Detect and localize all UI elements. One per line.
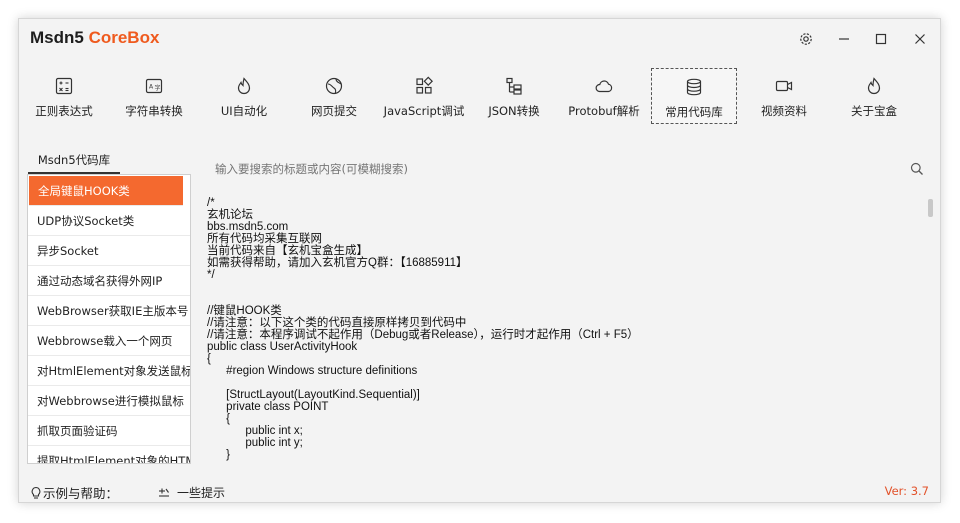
- code-viewer[interactable]: /* 玄机论坛 bbs.msdn5.com 所有代码均采集互联网 当前代码来自【…: [207, 197, 925, 465]
- settings-button[interactable]: [794, 27, 818, 51]
- tool-label: 常用代码库: [665, 105, 723, 119]
- tips-label: 一些提示: [177, 486, 226, 500]
- app-title-main: Msdn5: [30, 28, 84, 47]
- flame-icon: [237, 77, 251, 95]
- code-list[interactable]: 全局键鼠HOOK类 UDP协议Socket类 异步Socket 通过动态域名获得…: [27, 174, 191, 464]
- tool-video-resources[interactable]: 视频资料: [741, 68, 827, 124]
- tool-label: JSON转换: [488, 104, 540, 118]
- tool-label: JavaScript调试: [383, 104, 465, 118]
- search-input[interactable]: [207, 157, 925, 181]
- title-bar: Msdn5 CoreBox: [19, 19, 940, 59]
- tool-label: 字符串转换: [125, 104, 183, 118]
- flame-icon: [867, 77, 881, 95]
- svg-text:A: A: [149, 84, 154, 91]
- help-link[interactable]: 示例与帮助：: [29, 483, 118, 502]
- database-icon: [686, 78, 702, 96]
- list-item[interactable]: 提取HtmlElement对象的HTML: [28, 446, 190, 463]
- tool-label: Protobuf解析: [568, 104, 640, 118]
- gear-icon: [800, 33, 812, 45]
- minimize-button[interactable]: [832, 27, 856, 51]
- main-toolbar: 正则表达式 A字 字符串转换 UI自动化 网页提交 JavaScript调试 J…: [19, 67, 940, 125]
- video-camera-icon: [775, 80, 793, 92]
- javascript-grid-icon: [416, 76, 433, 94]
- tool-label: 关于宝盒: [851, 104, 897, 118]
- maximize-button[interactable]: [869, 27, 893, 51]
- code-text[interactable]: /* 玄机论坛 bbs.msdn5.com 所有代码均采集互联网 当前代码来自【…: [207, 197, 925, 461]
- tool-protobuf-parse[interactable]: Protobuf解析: [561, 68, 647, 124]
- maximize-icon: [875, 33, 887, 45]
- string-convert-icon: A字: [145, 78, 163, 94]
- search-bar: [207, 157, 925, 181]
- tool-label: UI自动化: [220, 104, 268, 118]
- json-tree-icon: [506, 77, 522, 95]
- regex-calculator-icon: [55, 77, 73, 95]
- status-bar: 示例与帮助： 一些提示 Ver: 3.7: [19, 479, 940, 502]
- search-icon[interactable]: [909, 161, 925, 177]
- tool-label: 正则表达式: [35, 104, 93, 118]
- list-item[interactable]: WebBrowser获取IE主版本号: [28, 296, 190, 326]
- tips-link[interactable]: 一些提示: [157, 484, 225, 501]
- tool-label: 网页提交: [311, 104, 357, 118]
- code-scrollbar[interactable]: [928, 199, 933, 217]
- list-item[interactable]: 通过动态域名获得外网IP: [28, 266, 190, 296]
- list-item[interactable]: Webbrowse载入一个网页: [28, 326, 190, 356]
- minimize-icon: [839, 38, 849, 40]
- cloud-icon: [595, 80, 613, 93]
- tips-icon: [159, 488, 169, 497]
- tool-regex[interactable]: 正则表达式: [21, 68, 107, 124]
- help-label: 示例与帮助：: [43, 486, 119, 501]
- list-item[interactable]: 对Webbrowse进行模拟鼠标: [28, 386, 190, 416]
- tool-about[interactable]: 关于宝盒: [831, 68, 917, 124]
- list-item[interactable]: 对HtmlElement对象发送鼠标: [28, 356, 190, 386]
- tool-code-library[interactable]: 常用代码库: [651, 68, 737, 124]
- list-item[interactable]: 全局键鼠HOOK类: [29, 176, 183, 206]
- app-window: Msdn5 CoreBox 正则表达式 A字 字符串转换 UI自动化 网页提交 …: [18, 18, 941, 503]
- close-button[interactable]: [908, 27, 932, 51]
- web-globe-icon: [325, 77, 343, 95]
- list-item[interactable]: UDP协议Socket类: [28, 206, 190, 236]
- tool-web-submit[interactable]: 网页提交: [291, 68, 377, 124]
- app-title-accent: CoreBox: [88, 28, 160, 47]
- tool-string-convert[interactable]: A字 字符串转换: [111, 68, 197, 124]
- version-label: Ver: 3.7: [884, 484, 929, 498]
- tool-json-convert[interactable]: JSON转换: [471, 68, 557, 124]
- tool-javascript-debug[interactable]: JavaScript调试: [381, 68, 467, 124]
- tool-label: 视频资料: [761, 104, 807, 118]
- list-item[interactable]: 抓取页面验证码: [28, 416, 190, 446]
- svg-text:字: 字: [155, 84, 161, 92]
- app-title: Msdn5 CoreBox: [30, 28, 159, 48]
- close-icon: [915, 34, 925, 44]
- tab-msdn5-code-library[interactable]: Msdn5代码库: [28, 152, 120, 174]
- list-item[interactable]: 异步Socket: [28, 236, 190, 266]
- tool-ui-automation[interactable]: UI自动化: [201, 68, 287, 124]
- lightbulb-icon: [31, 486, 41, 499]
